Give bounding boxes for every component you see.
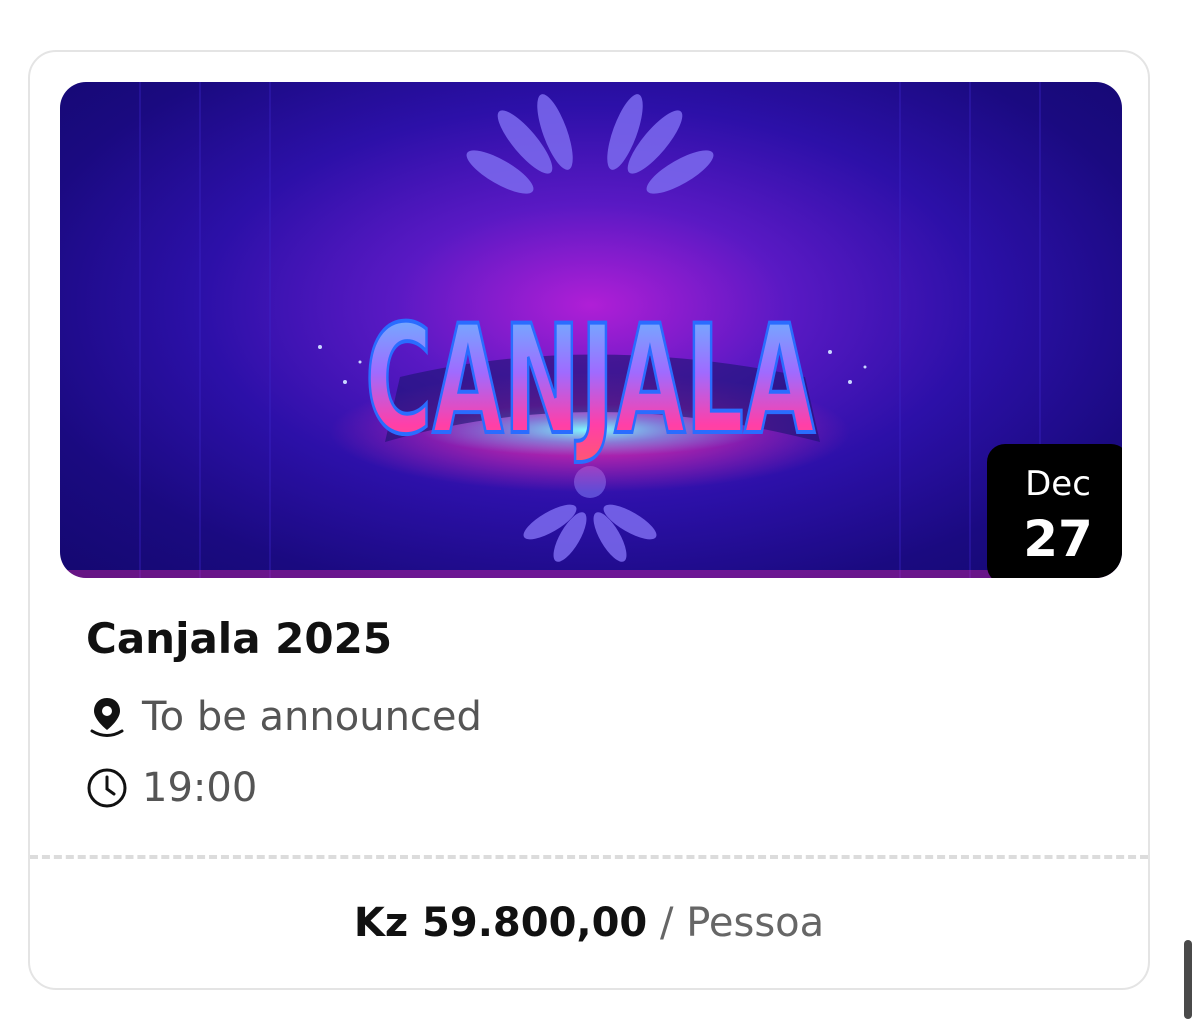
scrollbar-thumb[interactable] [1184,940,1192,1019]
location-pin-icon [84,694,130,740]
event-banner-image[interactable]: CANJALA Dec 27 [60,82,1122,578]
event-location: To be announced [142,694,482,740]
banner-logo: CANJALA [365,294,815,468]
price-unit: Pessoa [686,900,825,946]
date-day: 27 [1023,510,1093,568]
event-card[interactable]: CANJALA Dec 27 Canjala 2025 To be announ… [28,50,1150,990]
price-row: Kz 59.800,00 / Pessoa [30,900,1148,946]
event-location-row: To be announced [84,694,482,740]
event-title[interactable]: Canjala 2025 [86,614,392,663]
event-time-row: 19:00 [84,765,257,811]
price-amount: Kz 59.800,00 [353,900,648,946]
clock-icon [84,765,130,811]
date-month: Dec [1025,464,1091,504]
price-separator: / [659,900,674,946]
date-badge: Dec 27 [987,444,1122,578]
banner-artwork: CANJALA [60,82,1122,578]
event-time: 19:00 [142,765,258,811]
dashed-divider [30,855,1148,859]
